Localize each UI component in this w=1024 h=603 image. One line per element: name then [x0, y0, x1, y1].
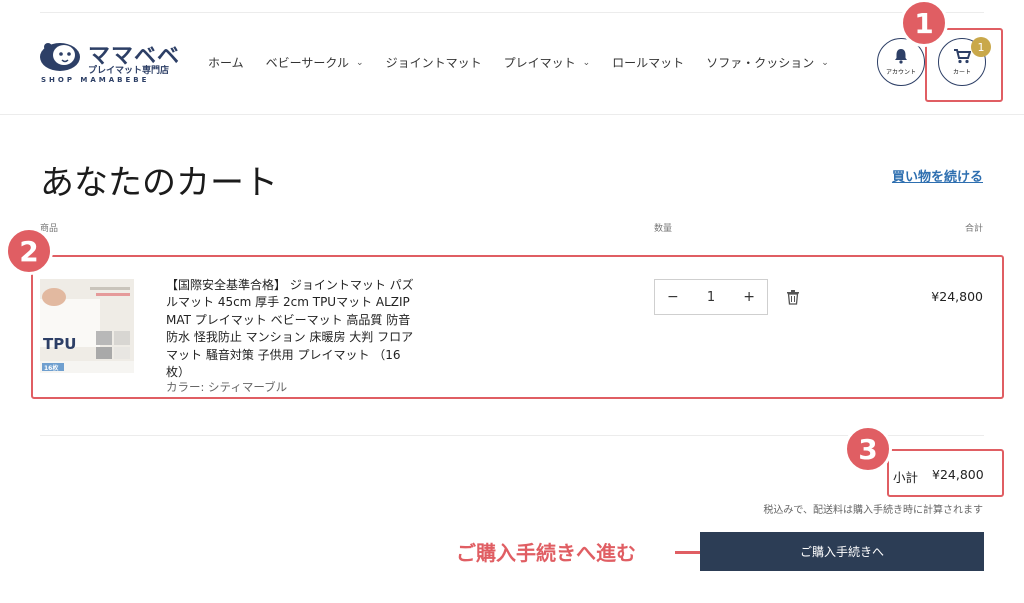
column-header-quantity: 数量 [654, 224, 673, 234]
header-divider [0, 114, 1024, 115]
step-badge-3: 3 [844, 425, 892, 473]
site-logo[interactable]: ママベベ プレイマット専門店 SHOP MAMABEBE [38, 38, 180, 88]
nav-item-label: ベビーサークル [265, 56, 350, 70]
nav-item-joint-mat[interactable]: ジョイントマット [386, 54, 482, 71]
chevron-down-icon: ⌄ [582, 57, 591, 68]
column-header-total: 合計 [964, 224, 983, 234]
nav-item-label: ジョイントマット [385, 56, 482, 70]
top-divider [40, 12, 984, 13]
bell-icon [895, 49, 907, 64]
cart-divider [40, 435, 984, 436]
tax-note: 税込みで、配送料は購入手続き時に計算されます [763, 505, 983, 516]
chevron-down-icon: ⌄ [356, 57, 364, 68]
nav-item-roll-mat[interactable]: ロールマット [612, 54, 684, 71]
nav-item-baby-circle[interactable]: ベビーサークル ⌄ [266, 54, 364, 71]
step-badge-1: 1 [900, 0, 948, 47]
chevron-down-icon: ⌄ [821, 57, 829, 68]
highlight-cart-item [31, 255, 1004, 399]
nav-item-label: ロールマット [612, 56, 685, 70]
logo-en-text: SHOP MAMABEBE [41, 76, 150, 84]
logo-mark-icon [40, 43, 80, 71]
nav-item-home[interactable]: ホーム [208, 54, 244, 71]
checkout-callout-text: ご購入手続きへ進む [456, 541, 636, 565]
nav-item-play-mat[interactable]: プレイマット ⌄ [504, 54, 591, 71]
main-nav: ホーム ベビーサークル ⌄ ジョイントマット プレイマット ⌄ ロールマット ソ… [208, 54, 851, 71]
page-title: あなたのカート [40, 163, 278, 203]
step-badge-2: 2 [5, 227, 53, 275]
checkout-button[interactable]: ご購入手続きへ [700, 532, 984, 571]
logo-sub-text: プレイマット専門店 [88, 66, 170, 76]
continue-shopping-link[interactable]: 買い物を続ける [892, 166, 983, 185]
highlight-subtotal [887, 449, 1004, 497]
nav-item-label: プレイマット [503, 56, 576, 70]
account-label: アカウント [885, 69, 916, 76]
nav-item-label: ホーム [208, 56, 244, 70]
nav-item-sofa-cushion[interactable]: ソファ・クッション ⌄ [706, 54, 829, 71]
nav-item-label: ソファ・クッション [706, 56, 815, 70]
